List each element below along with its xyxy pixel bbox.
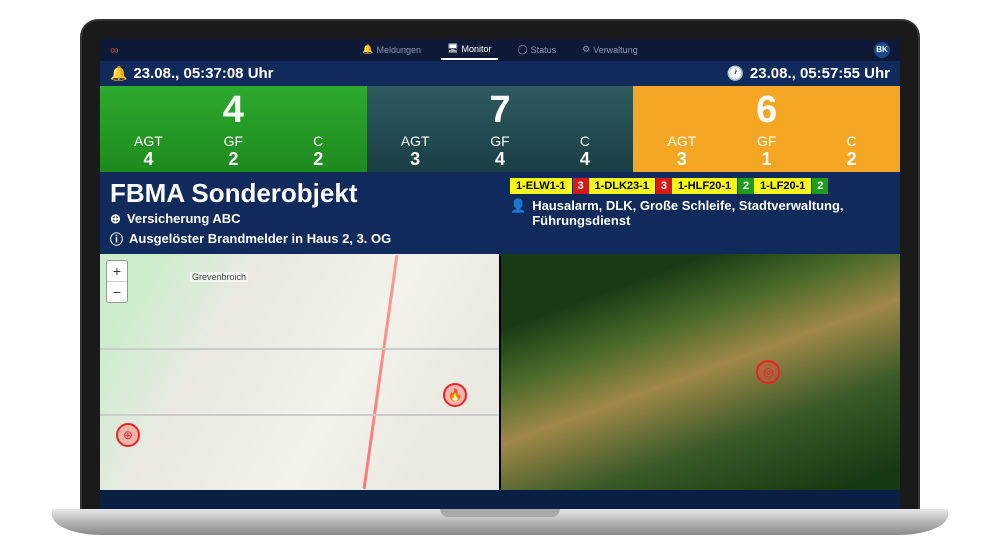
status-cards-row: 4 AGT4 GF2 C2 7 AGT3 GF4 C4 (100, 86, 900, 172)
info-icon: ⓘ (110, 229, 123, 248)
location-marker-icon[interactable]: ◎ (756, 360, 780, 384)
time-row: 🔔 23.08., 05:37:08 Uhr 🕐 23.08., 05:57:5… (100, 61, 900, 86)
card-col-label: AGT (639, 133, 724, 149)
nav-label: Verwaltung (593, 45, 638, 55)
top-nav: ∞ 🔔 Meldungen 🖥 Monitor ◯ Status ⚙ Verwa… (100, 39, 900, 61)
fire-marker-icon[interactable]: 🔥 (443, 383, 467, 407)
zoom-out-button[interactable]: − (107, 282, 127, 302)
incident-location: Versicherung ABC (127, 211, 241, 226)
map-zoom-controls: + − (106, 260, 128, 303)
laptop-base (52, 509, 948, 535)
incident-detail: Ausgelöster Brandmelder in Haus 2, 3. OG (129, 231, 391, 246)
card-big-number: 6 (633, 86, 900, 132)
gear-icon: ⚙ (582, 44, 590, 55)
card-sub-row: AGT3 GF4 C4 (367, 131, 634, 176)
alarm-time: 🔔 23.08., 05:37:08 Uhr (110, 65, 274, 82)
card-col-value: 3 (373, 149, 458, 170)
card-sub-row: AGT3 GF1 C2 (633, 131, 900, 176)
vehicle-badge: 1-DLK23-1 (589, 178, 656, 194)
status-icon: ◯ (518, 44, 528, 55)
current-time-text: 23.08., 05:57:55 Uhr (750, 65, 890, 82)
card-col-label: C (809, 133, 894, 149)
nav-status[interactable]: ◯ Status (512, 40, 563, 59)
user-avatar[interactable]: BK (874, 42, 890, 58)
nav-verwaltung[interactable]: ⚙ Verwaltung (576, 40, 644, 59)
card-col-label: C (542, 133, 627, 149)
map-satellite[interactable]: ◎ (501, 254, 900, 490)
maps-row: Grevenbroich + − 🔥 ⊕ ◎ (100, 254, 900, 490)
current-time: 🕐 23.08., 05:57:55 Uhr (726, 65, 890, 82)
screen-bezel: ∞ 🔔 Meldungen 🖥 Monitor ◯ Status ⚙ Verwa… (80, 19, 920, 509)
alarm-time-text: 23.08., 05:37:08 Uhr (133, 65, 273, 82)
vehicle-status-num: 2 (812, 178, 828, 194)
vehicle-badge: 1-HLF20-1 (672, 178, 738, 194)
target-marker-icon[interactable]: ⊕ (116, 423, 140, 447)
map-road-icon (363, 254, 399, 488)
card-col-value: 4 (106, 149, 191, 170)
card-col-label: GF (191, 133, 276, 149)
card-col-label: AGT (373, 133, 458, 149)
card-col-label: GF (458, 133, 543, 149)
map-street[interactable]: Grevenbroich + − 🔥 ⊕ (100, 254, 499, 490)
status-card-2: 7 AGT3 GF4 C4 (367, 86, 634, 172)
incident-info-row: FBMA Sonderobjekt ⊕ Versicherung ABC ⓘ A… (100, 172, 900, 254)
app-screen: ∞ 🔔 Meldungen 🖥 Monitor ◯ Status ⚙ Verwa… (100, 39, 900, 509)
nav-meldungen[interactable]: 🔔 Meldungen (356, 40, 427, 59)
card-col-label: C (276, 133, 361, 149)
alarm-bell-icon: 🔔 (110, 65, 127, 82)
card-col-value: 2 (191, 149, 276, 170)
card-col-value: 2 (809, 149, 894, 170)
card-col-value: 4 (458, 149, 543, 170)
zoom-in-button[interactable]: + (107, 261, 127, 282)
card-big-number: 7 (367, 86, 634, 132)
card-col-value: 3 (639, 149, 724, 170)
nav-monitor[interactable]: 🖥 Monitor (441, 39, 497, 60)
vehicle-badge: 1-LF20-1 (754, 178, 812, 194)
map-place-label: Grevenbroich (190, 272, 248, 282)
bell-icon: 🔔 (362, 44, 373, 55)
laptop-notch (440, 509, 560, 517)
card-col-value: 2 (276, 149, 361, 170)
vehicle-badge: 1-ELW1-1 (510, 178, 573, 194)
map-road-icon (100, 414, 499, 416)
card-col-value: 1 (724, 149, 809, 170)
nav-label: Monitor (461, 44, 491, 54)
card-sub-row: AGT4 GF2 C2 (100, 131, 367, 176)
incident-detail-row: ⓘ Ausgelöster Brandmelder in Haus 2, 3. … (110, 229, 490, 248)
laptop-frame: ∞ 🔔 Meldungen 🖥 Monitor ◯ Status ⚙ Verwa… (80, 19, 920, 535)
vehicle-status-num: 2 (738, 178, 754, 194)
target-icon: ⊕ (110, 211, 121, 227)
card-big-number: 4 (100, 86, 367, 132)
units-text: Hausalarm, DLK, Große Schleife, Stadtver… (532, 198, 890, 228)
units-row: 👤 Hausalarm, DLK, Große Schleife, Stadtv… (510, 198, 890, 228)
clock-icon: 🕐 (726, 65, 743, 82)
card-col-label: AGT (106, 133, 191, 149)
map-road-icon (100, 348, 499, 350)
app-logo-icon: ∞ (110, 43, 119, 57)
vehicle-status-num: 3 (573, 178, 589, 194)
nav-label: Status (531, 45, 557, 55)
status-card-1: 4 AGT4 GF2 C2 (100, 86, 367, 172)
vehicle-status-num: 3 (656, 178, 672, 194)
status-card-3: 6 AGT3 GF1 C2 (633, 86, 900, 172)
card-col-label: GF (724, 133, 809, 149)
monitor-icon: 🖥 (447, 43, 458, 54)
incident-left-pane: FBMA Sonderobjekt ⊕ Versicherung ABC ⓘ A… (100, 172, 500, 254)
incident-right-pane: 1-ELW1-1 3 1-DLK23-1 3 1-HLF20-1 2 1-LF2… (500, 172, 900, 254)
person-icon: 👤 (510, 198, 526, 214)
vehicle-status-bar: 1-ELW1-1 3 1-DLK23-1 3 1-HLF20-1 2 1-LF2… (510, 178, 890, 194)
incident-location-row: ⊕ Versicherung ABC (110, 211, 490, 227)
card-col-value: 4 (542, 149, 627, 170)
incident-title: FBMA Sonderobjekt (110, 178, 490, 209)
nav-label: Meldungen (377, 45, 422, 55)
